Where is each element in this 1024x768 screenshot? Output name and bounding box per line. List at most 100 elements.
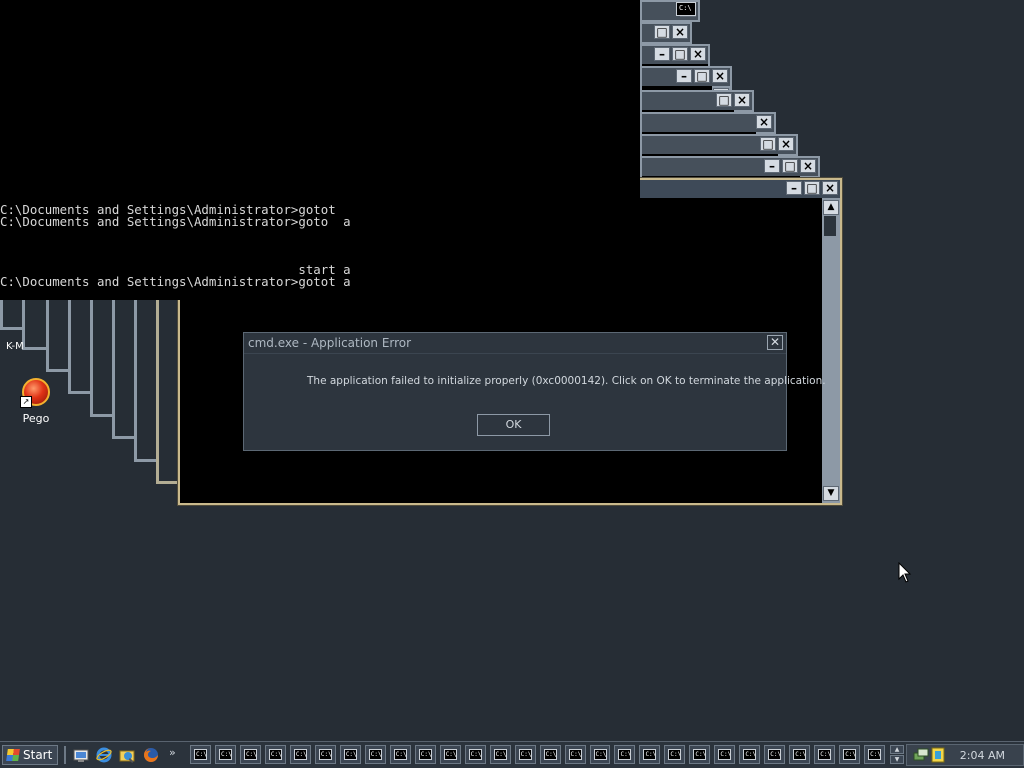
cmd-icon: C:\ — [418, 749, 432, 760]
cmd-icon: C:\ — [468, 749, 482, 760]
close-icon[interactable]: × — [822, 181, 838, 195]
cmd-window[interactable]: □ × — [640, 22, 692, 44]
task-button-cmd[interactable]: C:\ — [789, 745, 811, 764]
maximize-icon[interactable]: □ — [694, 69, 710, 83]
cmd-icon: C:\ — [368, 749, 382, 760]
minimize-icon[interactable]: – — [764, 159, 780, 173]
minimize-icon[interactable]: – — [676, 69, 692, 83]
task-button-cmd[interactable]: C:\ — [689, 745, 711, 764]
system-tray: 2:04 AM — [906, 744, 1024, 766]
scrollbar[interactable]: ▲ ▼ — [822, 198, 840, 503]
close-icon[interactable]: × — [756, 115, 772, 129]
title-bar[interactable]: □ × — [642, 136, 796, 154]
task-button-cmd[interactable]: C:\ — [614, 745, 636, 764]
task-button-cmd[interactable]: C:\ — [839, 745, 861, 764]
task-button-cmd[interactable]: C:\ — [339, 745, 361, 764]
cmd-icon: C:\ — [793, 749, 807, 760]
close-icon[interactable]: × — [778, 137, 794, 151]
minimize-icon[interactable]: – — [786, 181, 802, 195]
task-button-cmd[interactable]: C:\ — [214, 745, 236, 764]
close-icon[interactable]: × — [690, 47, 706, 61]
explorer-icon[interactable] — [119, 747, 135, 763]
scroll-down-icon[interactable]: ▼ — [890, 755, 904, 764]
title-bar[interactable]: – □ × — [640, 180, 840, 198]
task-button-cmd[interactable]: C:\ — [414, 745, 436, 764]
cmd-icon: C:\ — [593, 749, 607, 760]
window-frame — [90, 300, 112, 417]
scroll-down-icon[interactable]: ▼ — [823, 486, 839, 501]
task-buttons: C:\ C:\ C:\ C:\ C:\ C:\ C:\ C:\ C:\ C:\ C:\ C:\ C:\ C… — [190, 745, 885, 764]
task-button-cmd[interactable]: C:\ — [389, 745, 411, 764]
maximize-icon[interactable]: □ — [782, 159, 798, 173]
task-button-cmd[interactable]: C:\ — [664, 745, 686, 764]
cmd-icon: C:\ — [194, 749, 207, 760]
close-icon[interactable]: × — [712, 69, 728, 83]
title-bar[interactable]: – □ × — [642, 158, 818, 176]
task-button-cmd[interactable]: C:\ — [564, 745, 586, 764]
title-bar[interactable]: □ × — [642, 92, 752, 110]
security-icon[interactable] — [931, 747, 945, 763]
close-icon[interactable]: × — [734, 93, 750, 107]
network-icon[interactable] — [913, 747, 929, 763]
close-icon[interactable]: × — [800, 159, 816, 173]
task-button-cmd[interactable]: C:\ — [764, 745, 786, 764]
task-button-cmd[interactable]: C:\ — [814, 745, 836, 764]
maximize-icon[interactable]: □ — [760, 137, 776, 151]
clock[interactable]: 2:04 AM — [960, 749, 1005, 762]
task-button-cmd[interactable]: C:\ — [464, 745, 486, 764]
title-bar[interactable]: – □ × — [642, 46, 708, 64]
ie-icon[interactable] — [96, 747, 112, 763]
cmd-icon: C:\ — [718, 749, 732, 760]
task-button-cmd[interactable]: C:\ — [364, 745, 386, 764]
task-button-cmd[interactable]: C:\ — [489, 745, 511, 764]
task-button-cmd[interactable]: C:\ — [714, 745, 736, 764]
maximize-icon[interactable]: □ — [672, 47, 688, 61]
task-button-cmd[interactable]: C:\ — [739, 745, 761, 764]
task-button-cmd[interactable]: C:\ — [864, 745, 885, 764]
scroll-thumb[interactable] — [824, 216, 836, 236]
maximize-icon[interactable]: □ — [804, 181, 820, 195]
cmd-icon: C:\ — [318, 749, 332, 760]
desktop-icon-label: K-M — [6, 341, 24, 352]
scroll-up-icon[interactable]: ▲ — [823, 200, 839, 215]
cmd-icon: C:\ — [568, 749, 582, 760]
ok-button[interactable]: OK — [477, 414, 550, 436]
dialog-title-bar[interactable]: cmd.exe - Application Error ✕ — [244, 333, 786, 354]
title-bar[interactable]: × — [642, 114, 774, 132]
console-output[interactable]: C:\Documents and Settings\Administrator>… — [0, 0, 640, 300]
start-label: Start — [23, 748, 53, 762]
minimize-icon[interactable]: – — [654, 47, 670, 61]
task-button-cmd[interactable]: C:\ — [239, 745, 261, 764]
task-button-cmd[interactable]: C:\ — [589, 745, 611, 764]
desktop-icon-partial[interactable]: K-M — [6, 339, 24, 352]
quick-launch-overflow-icon[interactable]: » — [169, 746, 176, 759]
task-button-cmd[interactable]: C:\ — [190, 745, 211, 764]
dialog-message: The application failed to initialize pro… — [307, 375, 826, 387]
desktop-icon-pego[interactable]: ↗ Pego — [16, 378, 56, 425]
title-bar[interactable]: – □ × — [642, 68, 730, 86]
cmd-icon: C:\ — [343, 749, 357, 760]
scroll-up-icon[interactable]: ▲ — [890, 745, 904, 754]
task-button-cmd[interactable]: C:\ — [514, 745, 536, 764]
task-button-cmd[interactable]: C:\ — [314, 745, 336, 764]
start-button[interactable]: Start — [2, 745, 58, 765]
cmd-icon: C:\ — [518, 749, 532, 760]
maximize-icon[interactable]: □ — [716, 93, 732, 107]
task-scroll[interactable]: ▲ ▼ — [890, 745, 904, 765]
cmd-icon: C:\ — [393, 749, 407, 760]
shortcut-arrow-icon: ↗ — [20, 396, 32, 408]
cmd-icon: C:\ — [218, 749, 232, 760]
maximize-icon[interactable]: □ — [654, 25, 670, 39]
task-button-cmd[interactable]: C:\ — [289, 745, 311, 764]
task-button-cmd[interactable]: C:\ — [639, 745, 661, 764]
taskbar: Start » C:\ C:\ C:\ C:\ C:\ C:\ C:\ C:\ C:\ C:\ C:… — [0, 741, 1024, 768]
application-error-dialog[interactable]: cmd.exe - Application Error ✕ The applic… — [243, 332, 826, 451]
task-button-cmd[interactable]: C:\ — [264, 745, 286, 764]
show-desktop-icon[interactable] — [73, 747, 89, 763]
close-icon[interactable]: × — [672, 25, 688, 39]
task-button-cmd[interactable]: C:\ — [439, 745, 461, 764]
title-bar[interactable]: □ × — [642, 24, 690, 42]
close-button[interactable]: ✕ — [767, 335, 783, 350]
task-button-cmd[interactable]: C:\ — [539, 745, 561, 764]
firefox-icon[interactable] — [143, 747, 159, 763]
